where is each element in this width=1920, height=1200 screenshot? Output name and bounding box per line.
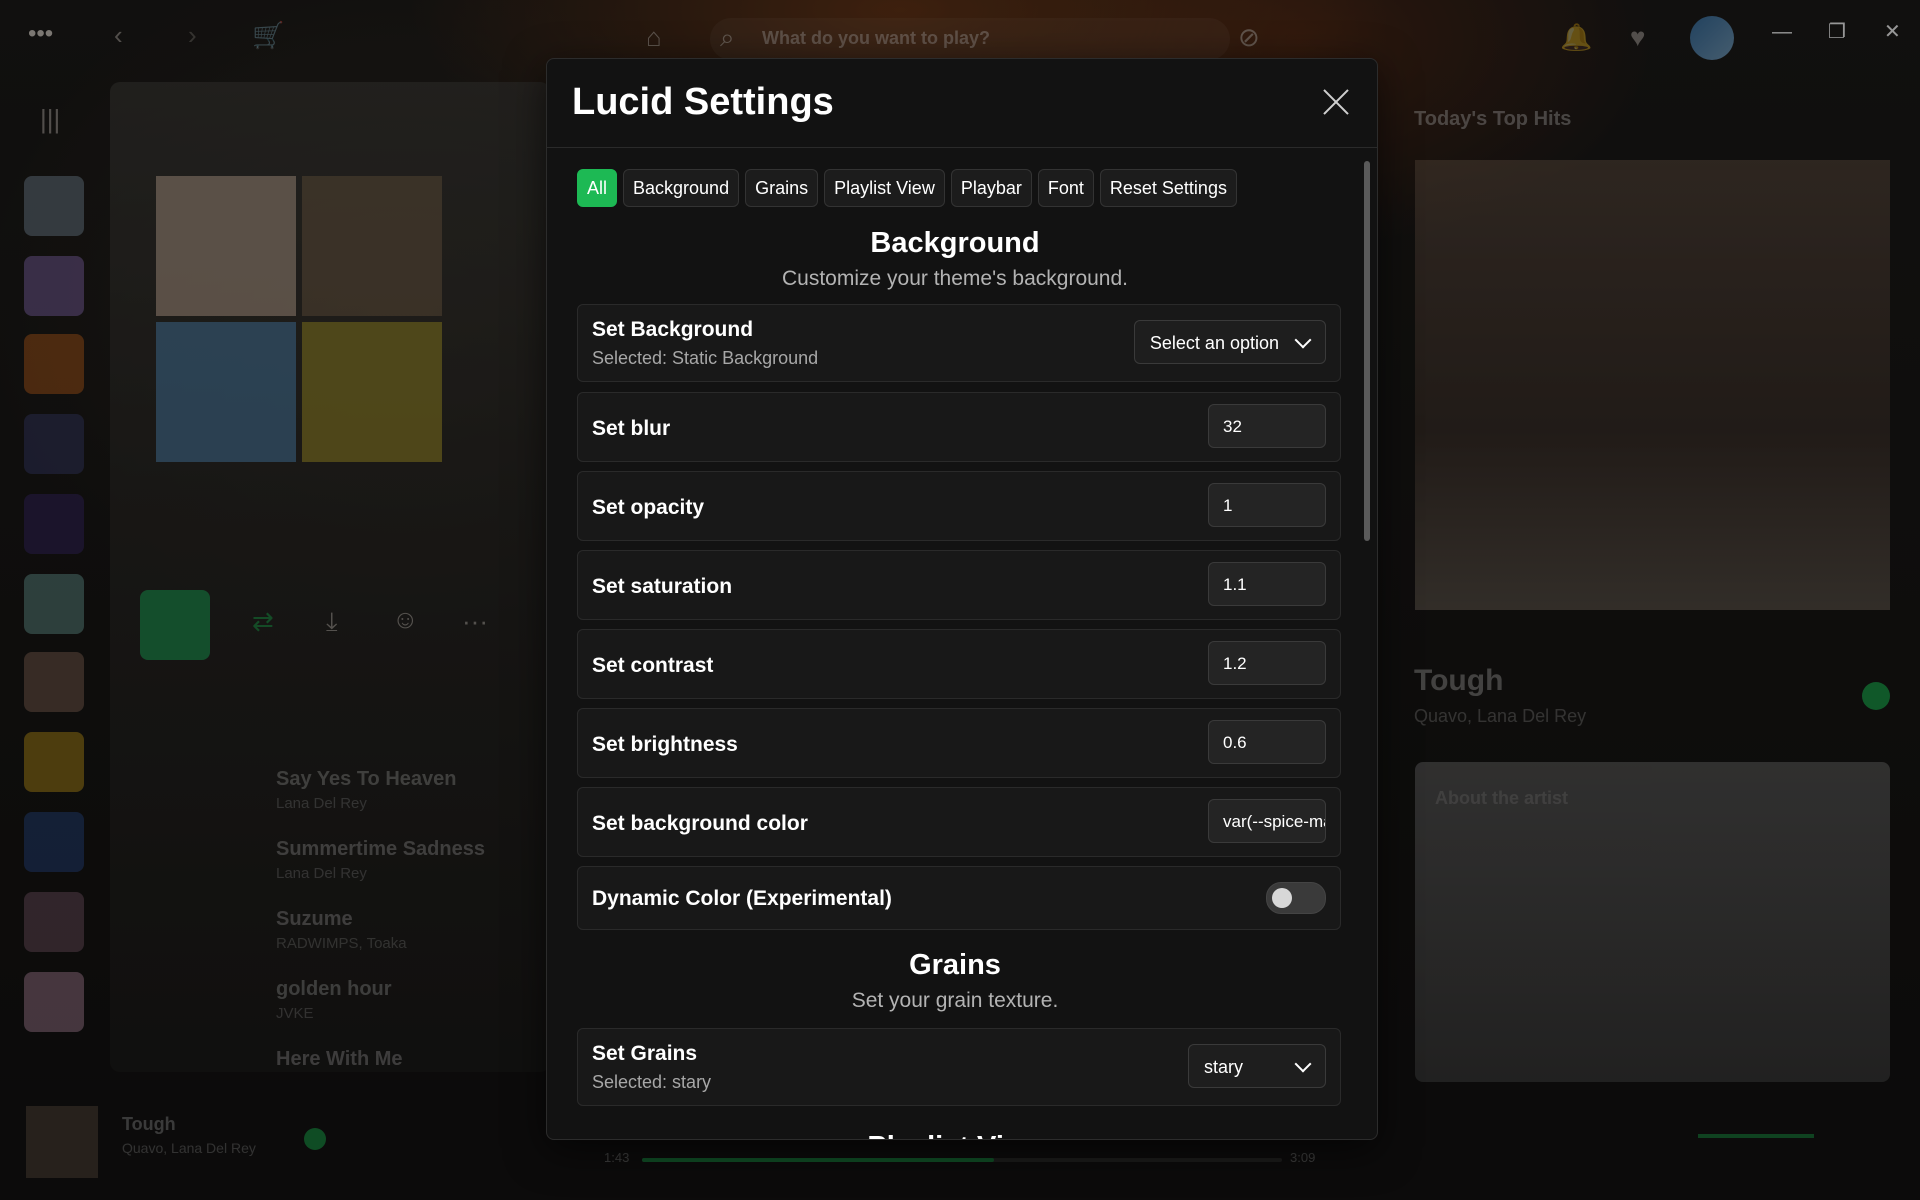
dropdown-label: Select an option [1149, 333, 1279, 353]
tab-playlist-view[interactable]: Playlist View [824, 169, 945, 207]
tab-grains[interactable]: Grains [745, 169, 819, 207]
tab-reset-settings[interactable]: Reset Settings [1099, 169, 1237, 207]
tab-playbar[interactable]: Playbar [950, 169, 1032, 207]
saturation-input[interactable]: 1.1 [1208, 562, 1326, 606]
set-background-color-row: Set background color var(--spice-main) [577, 787, 1341, 857]
grains-dropdown[interactable]: stary [1188, 1044, 1326, 1088]
chevron-down-icon [1294, 331, 1312, 349]
set-grains-row: Set Grains Selected: stary stary [577, 1028, 1341, 1106]
opacity-input[interactable]: 1 [1208, 483, 1326, 527]
scrollbar-thumb[interactable] [1364, 161, 1370, 541]
dynamic-color-toggle[interactable] [1266, 882, 1326, 914]
section-title: Grains [909, 949, 1001, 981]
contrast-input[interactable]: 1.2 [1208, 641, 1326, 685]
set-contrast-row: Set contrast 1.2 [577, 629, 1341, 699]
row-label: Set Grains [592, 1042, 698, 1065]
brightness-input[interactable]: 0.6 [1208, 720, 1326, 764]
set-background-row: Set Background Selected: Static Backgrou… [577, 304, 1341, 382]
dropdown-label: stary [1204, 1057, 1244, 1077]
row-label: Dynamic Color (Experimental) [592, 887, 892, 910]
modal-header: Lucid Settings [547, 59, 1377, 148]
section-subtitle: Customize your theme's background. [781, 267, 1128, 290]
set-brightness-row: Set brightness 0.6 [577, 708, 1341, 778]
blur-input[interactable]: 32 [1208, 404, 1326, 448]
tab-background[interactable]: Background [623, 169, 740, 207]
toggle-knob [1272, 888, 1292, 908]
row-label: Set saturation [592, 575, 733, 598]
set-opacity-row: Set opacity 1 [577, 471, 1341, 541]
row-label: Set contrast [592, 654, 714, 677]
tab-all[interactable]: All [577, 169, 618, 207]
section-subtitle: Set your grain texture. [851, 989, 1059, 1012]
settings-modal: Lucid Settings All Background Grains Pla… [546, 58, 1378, 1140]
background-dropdown[interactable]: Select an option [1133, 320, 1326, 364]
row-selected-value: Selected: stary [592, 1072, 712, 1092]
modal-title: Lucid Settings [572, 81, 834, 123]
set-saturation-row: Set saturation 1.1 [577, 550, 1341, 620]
section-title: Background [870, 227, 1040, 259]
set-blur-row: Set blur 32 [577, 392, 1341, 462]
row-label: Set Background [592, 318, 754, 341]
row-label: Set brightness [592, 733, 738, 756]
background-color-input[interactable]: var(--spice-main) [1208, 799, 1326, 843]
row-label: Set blur [592, 417, 671, 440]
row-label: Set opacity [592, 496, 705, 519]
row-selected-value: Selected: Static Background [592, 348, 819, 368]
close-button[interactable] [1321, 87, 1351, 117]
dynamic-color-row: Dynamic Color (Experimental) [577, 866, 1341, 930]
row-label: Set background color [592, 812, 808, 835]
tab-font[interactable]: Font [1037, 169, 1094, 207]
section-title: Playlist View [547, 1131, 1363, 1139]
chevron-down-icon [1294, 1055, 1312, 1073]
settings-tabs: All Background Grains Playlist View Play… [577, 169, 1237, 207]
